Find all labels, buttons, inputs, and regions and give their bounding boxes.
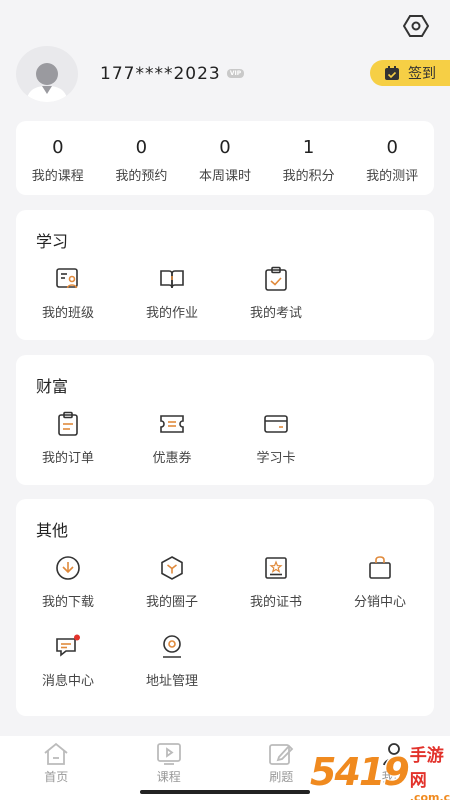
watermark-number: 5419 — [310, 750, 410, 794]
grid-label: 我的下载 — [41, 595, 94, 610]
stat-value: 0 — [219, 137, 231, 158]
my-circle-item[interactable]: 我的圈子 — [120, 553, 224, 610]
class-icon — [53, 264, 83, 294]
grid-label: 地址管理 — [145, 674, 198, 689]
section-title: 财富 — [36, 377, 69, 396]
stat-label: 我的积分 — [282, 169, 335, 184]
video-icon — [156, 743, 181, 765]
message-center-item[interactable]: 消息中心 — [16, 632, 120, 689]
hexagon-settings-icon — [403, 15, 429, 37]
vip-badge: VIP — [227, 69, 244, 78]
calendar-check-icon — [385, 65, 399, 80]
stat-label: 我的预约 — [115, 169, 168, 184]
card-icon — [261, 409, 291, 439]
stat-points[interactable]: 1 我的积分 — [267, 121, 351, 195]
stat-label: 我的测评 — [366, 169, 419, 184]
grid-label: 学习卡 — [256, 451, 296, 466]
study-card-item[interactable]: 学习卡 — [224, 409, 328, 466]
tab-label: 首页 — [44, 770, 69, 784]
stat-value: 0 — [52, 137, 64, 158]
stat-label: 我的课程 — [31, 169, 84, 184]
home-icon — [44, 742, 68, 765]
tab-home[interactable]: 首页 — [0, 736, 113, 800]
stat-value: 0 — [135, 137, 148, 158]
default-avatar-icon — [26, 63, 68, 102]
grid-label: 优惠券 — [152, 451, 192, 466]
book-icon — [157, 264, 187, 294]
edit-icon — [269, 744, 294, 765]
grid-label: 我的班级 — [41, 306, 94, 321]
other-section: 其他 我的下载 我的圈子 我的证书 分销中心 消息中心 地址管理 — [16, 499, 434, 716]
circle-icon — [157, 553, 187, 583]
tab-label: 刷题 — [269, 770, 294, 784]
tab-label: 课程 — [156, 770, 181, 784]
watermark-cn: 手游网 — [409, 745, 444, 791]
my-orders-item[interactable]: 我的订单 — [16, 409, 120, 466]
home-indicator — [140, 790, 310, 794]
grid-label: 分销中心 — [353, 595, 406, 610]
study-section: 学习 我的班级 我的作业 我的考试 — [16, 210, 434, 340]
stat-weekly-hours[interactable]: 0 本周课时 — [183, 121, 267, 195]
download-icon — [53, 553, 83, 583]
profile-header: 177****2023 VIP 签到 — [16, 46, 450, 102]
site-watermark: 5419 手游网 .com.cn — [310, 744, 450, 800]
settings-button[interactable] — [401, 12, 431, 40]
my-homework-item[interactable]: 我的作业 — [120, 264, 224, 321]
my-exam-item[interactable]: 我的考试 — [224, 264, 328, 321]
stats-card: 0 我的课程 0 我的预约 0 本周课时 1 我的积分 0 我的测评 — [16, 121, 434, 195]
stat-appointments[interactable]: 0 我的预约 — [100, 121, 184, 195]
section-title: 学习 — [36, 232, 69, 251]
wealth-section: 财富 我的订单 优惠券 学习卡 — [16, 355, 434, 485]
grid-label: 我的圈子 — [145, 595, 198, 610]
stat-value: 1 — [302, 137, 315, 158]
coupons-item[interactable]: 优惠券 — [120, 409, 224, 466]
my-downloads-item[interactable]: 我的下载 — [16, 553, 120, 610]
checkin-label: 签到 — [408, 66, 436, 82]
distribution-center-item[interactable]: 分销中心 — [328, 553, 432, 610]
grid-label: 消息中心 — [41, 674, 94, 689]
my-class-item[interactable]: 我的班级 — [16, 264, 120, 321]
bag-icon — [365, 553, 395, 583]
stat-assessments[interactable]: 0 我的测评 — [350, 121, 434, 195]
stat-value: 0 — [386, 137, 398, 158]
checkin-button[interactable]: 签到 — [370, 60, 450, 86]
my-certificates-item[interactable]: 我的证书 — [224, 553, 328, 610]
location-icon — [157, 632, 187, 662]
message-icon — [53, 632, 83, 662]
certificate-icon — [261, 553, 291, 583]
stat-courses[interactable]: 0 我的课程 — [16, 121, 100, 195]
address-management-item[interactable]: 地址管理 — [120, 632, 224, 689]
exam-icon — [261, 264, 291, 294]
watermark-url: .com.cn — [409, 790, 450, 800]
grid-label: 我的证书 — [249, 595, 302, 610]
user-phone: 177****2023 — [100, 64, 221, 84]
section-title: 其他 — [36, 521, 69, 540]
grid-label: 我的作业 — [145, 306, 198, 321]
stat-label: 本周课时 — [198, 169, 251, 184]
grid-label: 我的订单 — [41, 451, 94, 466]
grid-label: 我的考试 — [249, 306, 302, 321]
avatar[interactable] — [16, 46, 78, 102]
order-icon — [53, 409, 83, 439]
coupon-icon — [157, 409, 187, 439]
